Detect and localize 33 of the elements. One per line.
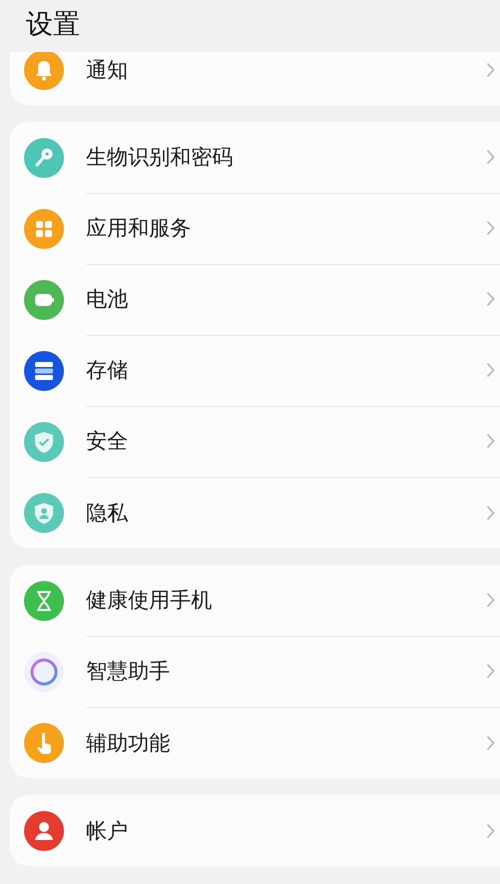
setting-label[interactable]: 智慧助手 [86,657,486,685]
chevron-icon [486,663,495,679]
setting-label[interactable]: 存储 [86,356,486,384]
setting-label[interactable]: 应用和服务 [86,214,486,242]
chevron-icon [486,504,495,520]
chevron-icon [486,149,495,165]
chevron-icon [486,62,495,78]
chevron-icon [486,220,495,236]
setting-label[interactable]: 帐户 [86,816,486,844]
chevron-icon [486,734,495,750]
hourglass-icon [24,580,64,620]
setting-label[interactable]: 电池 [86,285,486,313]
setting-label[interactable]: 安全 [86,427,486,455]
ring-icon [24,652,64,692]
chevron-icon [486,822,495,838]
battery-icon [24,280,64,320]
setting-label[interactable]: 通知 [86,56,486,84]
person-icon [24,810,64,850]
storage-icon [24,350,64,390]
hand-icon [24,722,64,762]
key-icon [24,138,64,178]
page-title: 设置 [25,8,81,42]
setting-label[interactable]: 辅助功能 [86,728,486,756]
shield-person-icon [24,492,64,532]
chevron-icon [486,362,495,378]
chevron-icon [486,291,495,307]
chevron-icon [486,433,495,449]
setting-label[interactable]: 健康使用手机 [86,586,486,614]
shield-icon [24,422,64,462]
setting-label[interactable]: 生物识别和密码 [86,143,486,171]
setting-label[interactable]: 隐私 [86,498,486,526]
chevron-icon [486,592,495,608]
grid-icon [24,208,64,248]
